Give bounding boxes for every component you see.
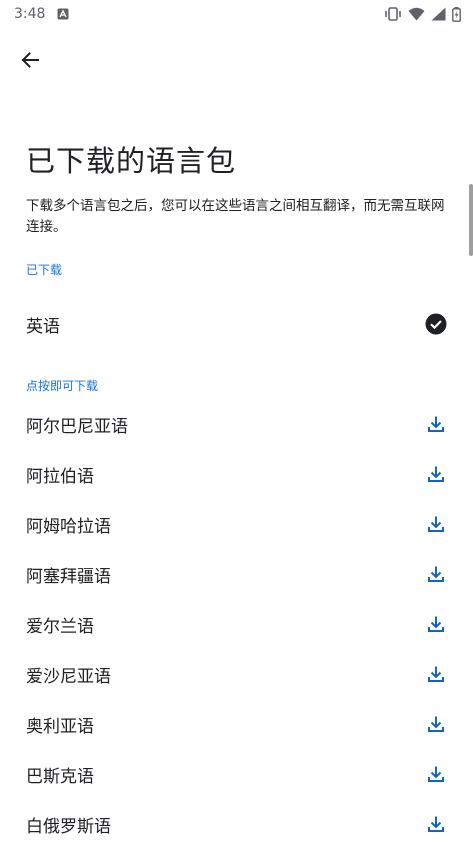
download-icon[interactable] [425,613,447,635]
download-icon[interactable] [425,663,447,685]
download-icon[interactable] [425,413,447,435]
language-row[interactable]: 巴斯克语 [0,749,473,799]
language-row[interactable]: 阿尔巴尼亚语 [0,399,473,449]
page-description: 下载多个语言包之后，您可以在这些语言之间相互翻译，而无需互联网连接。 [26,198,445,235]
battery-charging-icon [452,6,461,22]
language-label: 巴斯克语 [26,766,94,787]
language-label: 阿姆哈拉语 [26,516,111,537]
status-left: 3:48 [14,6,69,22]
arrow-back-icon [21,52,39,68]
section-label-downloaded: 已下载 [26,263,63,277]
language-label: 阿拉伯语 [26,466,94,487]
page-title: 已下载的语言包 [26,144,237,178]
download-icon[interactable] [425,513,447,535]
back-button[interactable] [14,44,46,76]
download-icon[interactable] [425,813,447,835]
language-label: 白俄罗斯语 [26,816,111,837]
vibrate-icon [384,7,402,21]
download-icon[interactable] [425,563,447,585]
language-label: 阿塞拜疆语 [26,566,111,587]
language-row[interactable]: 阿拉伯语 [0,449,473,499]
scrollbar[interactable] [469,184,473,256]
language-label: 爱沙尼亚语 [26,666,111,687]
download-icon[interactable] [425,463,447,485]
status-time: 3:48 [14,6,46,22]
language-label: 阿尔巴尼亚语 [26,416,128,437]
signal-icon [431,7,446,21]
language-label: 奥利亚语 [26,716,94,737]
status-right [384,6,461,22]
language-row[interactable]: 奥利亚语 [0,699,473,749]
language-row[interactable]: 爱尔兰语 [0,599,473,649]
language-label: 爱尔兰语 [26,616,94,637]
download-icon[interactable] [425,713,447,735]
language-label: 英语 [26,316,60,337]
language-row-downloaded[interactable]: 英语 [0,299,473,349]
wifi-icon [408,7,425,21]
notification-icon [57,8,69,20]
status-bar: 3:48 [0,0,473,28]
download-icon[interactable] [425,763,447,785]
language-row[interactable]: 阿姆哈拉语 [0,499,473,549]
language-row[interactable]: 阿塞拜疆语 [0,549,473,599]
language-row[interactable]: 爱沙尼亚语 [0,649,473,699]
language-row[interactable]: 白俄罗斯语 [0,799,473,842]
section-label-available: 点按即可下载 [26,379,99,393]
check-circle-icon [425,313,447,335]
screen: 3:48 已下载的语言包 下载多个语言包之后，您可以在这些语言之间相互翻译，而无… [0,0,473,842]
